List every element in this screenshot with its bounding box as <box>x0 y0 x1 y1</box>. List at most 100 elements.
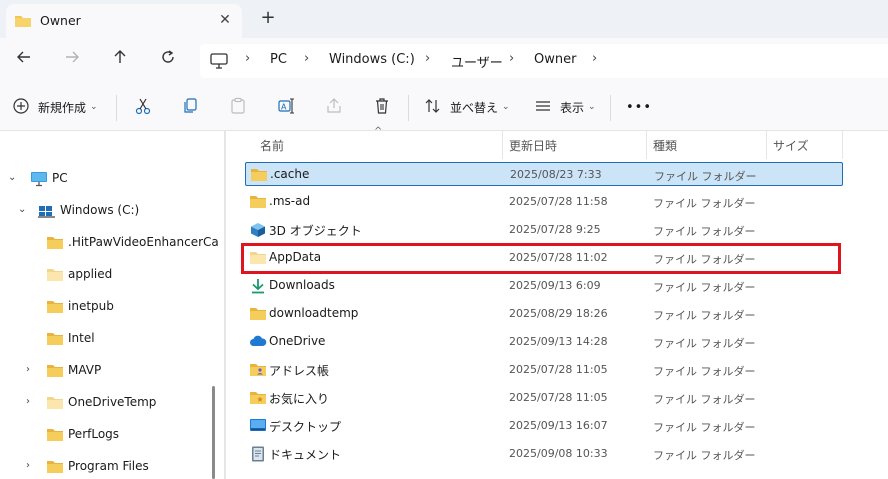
sidebar-item-intel[interactable]: Intel <box>0 325 210 353</box>
file-row-downloads[interactable]: Downloads 2025/09/13 6:09 ファイル フォルダー <box>245 274 843 298</box>
tab-owner[interactable]: Owner ✕ <box>6 4 242 38</box>
sidebar-item-label: Intel <box>68 331 95 345</box>
sort-button-label: 並べ替え <box>450 100 499 115</box>
sidebar-scrollbar-thumb[interactable] <box>212 386 215 479</box>
column-divider[interactable] <box>766 131 767 159</box>
file-type: ファイル フォルダー <box>653 197 756 210</box>
monitor-icon <box>210 53 228 72</box>
sidebar-item-inetpub[interactable]: inetpub <box>0 293 210 321</box>
folder-icon <box>46 299 64 317</box>
file-date: 2025/07/28 9:25 <box>509 223 601 236</box>
column-header-name[interactable]: 名前 <box>260 137 284 163</box>
sort-arrows-icon <box>424 97 442 118</box>
folder-icon <box>46 459 64 477</box>
file-date: 2025/09/13 14:28 <box>509 335 608 348</box>
file-row-downloadtemp[interactable]: downloadtemp 2025/08/29 18:26 ファイル フォルダー <box>245 302 843 326</box>
file-name: Downloads <box>269 278 335 292</box>
column-header-date[interactable]: 更新日時 <box>509 137 557 163</box>
clipboard-icon <box>229 97 247 118</box>
chevron-right-icon: › <box>425 51 431 66</box>
file-row-address-book[interactable]: アドレス帳 2025/07/28 11:05 ファイル フォルダー <box>245 358 843 382</box>
column-divider[interactable] <box>502 131 503 159</box>
sort-button[interactable]: 並べ替え ⌄ <box>424 95 510 119</box>
new-button-label: 新規作成 <box>38 100 87 115</box>
file-type: ファイル フォルダー <box>653 281 756 294</box>
file-row-3d-objects[interactable]: 3D オブジェクト 2025/07/28 9:25 ファイル フォルダー <box>245 218 843 242</box>
file-date: 2025/07/28 11:05 <box>509 363 608 376</box>
column-header-size[interactable]: サイズ <box>773 137 809 163</box>
chevron-down-icon[interactable]: ⌄ <box>8 172 16 183</box>
pane-splitter[interactable] <box>224 131 226 479</box>
file-row-favorites[interactable]: お気に入り 2025/07/28 11:05 ファイル フォルダー <box>245 386 843 410</box>
copy-button[interactable] <box>181 95 199 119</box>
file-name: お気に入り <box>269 392 330 406</box>
view-button[interactable]: 表示 ⌄ <box>534 95 596 119</box>
column-divider[interactable] <box>646 131 647 159</box>
sidebar-item-windows-c[interactable]: ⌄ Windows (C:) <box>0 197 210 225</box>
column-divider[interactable] <box>842 131 843 159</box>
more-options-button[interactable]: ••• <box>626 95 652 119</box>
divider <box>116 95 117 121</box>
file-date: 2025/09/13 6:09 <box>509 279 601 292</box>
breadcrumb-owner[interactable]: Owner <box>534 52 576 67</box>
paste-button[interactable] <box>229 95 247 119</box>
file-name: ドキュメント <box>269 448 342 462</box>
file-type: ファイル フォルダー <box>653 421 756 434</box>
folder-icon <box>250 167 268 185</box>
sidebar-item-label: applied <box>68 267 113 281</box>
highlight-annotation <box>241 243 841 274</box>
rename-button[interactable]: A <box>277 95 295 119</box>
folder-icon <box>46 395 64 413</box>
delete-button[interactable] <box>373 95 391 119</box>
address-bar[interactable]: › PC › Windows (C:) › ユーザー › Owner › <box>200 44 888 78</box>
sidebar-item-label: .HitPawVideoEnhancerCach <box>68 235 218 249</box>
folder-icon <box>249 194 267 212</box>
cut-button[interactable] <box>134 95 152 119</box>
chevron-right-icon: › <box>592 51 598 66</box>
sidebar-item-perflogs[interactable]: PerfLogs <box>0 421 210 449</box>
close-tab-icon[interactable]: ✕ <box>217 12 233 28</box>
share-button[interactable] <box>325 95 343 119</box>
sidebar-item-mavp[interactable]: › MAVP <box>0 357 210 385</box>
file-date: 2025/08/23 7:33 <box>510 168 602 181</box>
chevron-down-icon[interactable]: ⌄ <box>18 204 26 215</box>
chevron-right-icon: › <box>245 51 251 66</box>
sidebar-item-onedrivetemp[interactable]: › OneDriveTemp <box>0 389 210 417</box>
file-row-ms-ad[interactable]: .ms-ad 2025/07/28 11:58 ファイル フォルダー <box>245 190 843 214</box>
chevron-right-icon[interactable]: › <box>26 396 30 407</box>
file-name: .cache <box>270 167 310 181</box>
breadcrumb-windows-c[interactable]: Windows (C:) <box>329 52 415 67</box>
sidebar-item-label: MAVP <box>68 363 102 377</box>
sidebar-item-label: OneDriveTemp <box>68 395 157 409</box>
breadcrumb-users[interactable]: ユーザー <box>451 52 503 71</box>
sidebar-item-pc[interactable]: ⌄ PC <box>0 165 210 193</box>
file-row-desktop[interactable]: デスクトップ 2025/09/13 16:07 ファイル フォルダー <box>245 414 843 438</box>
up-arrow-icon[interactable] <box>108 48 132 72</box>
file-row-cache[interactable]: .cache 2025/08/23 7:33 ファイル フォルダー <box>245 162 843 186</box>
contacts-folder-icon <box>249 362 267 380</box>
sidebar-item-label: inetpub <box>68 299 114 313</box>
new-button[interactable]: 新規作成 ⌄ <box>12 95 98 119</box>
file-name: デスクトップ <box>269 420 342 434</box>
column-header-type[interactable]: 種類 <box>653 137 677 163</box>
file-date: 2025/07/28 11:58 <box>509 195 608 208</box>
chevron-right-icon[interactable]: › <box>26 364 30 375</box>
file-row-documents[interactable]: ドキュメント 2025/09/08 10:33 ファイル フォルダー <box>245 442 843 466</box>
folder-icon <box>14 14 32 31</box>
folder-icon <box>249 306 267 324</box>
cube-3d-icon <box>249 222 267 241</box>
sidebar-item-applied[interactable]: applied <box>0 261 210 289</box>
sort-ascending-icon: ^ <box>374 126 383 137</box>
back-arrow-icon[interactable] <box>12 48 36 72</box>
file-row-onedrive[interactable]: OneDrive 2025/09/13 14:28 ファイル フォルダー <box>245 330 843 354</box>
forward-arrow-icon[interactable] <box>60 48 84 72</box>
sidebar-item-hitpaw[interactable]: .HitPawVideoEnhancerCach <box>0 229 218 257</box>
sidebar-item-label: PC <box>52 171 68 185</box>
refresh-icon[interactable] <box>156 48 180 72</box>
file-type: ファイル フォルダー <box>653 225 756 238</box>
breadcrumb-pc[interactable]: PC <box>270 52 287 67</box>
navigation-pane: ⌄ PC ⌄ Windows (C:) .HitPawVideoEnhancer… <box>0 131 218 479</box>
sidebar-item-program-files[interactable]: › Program Files <box>0 453 210 479</box>
chevron-right-icon[interactable]: › <box>26 460 30 471</box>
new-tab-button[interactable]: + <box>259 8 277 28</box>
